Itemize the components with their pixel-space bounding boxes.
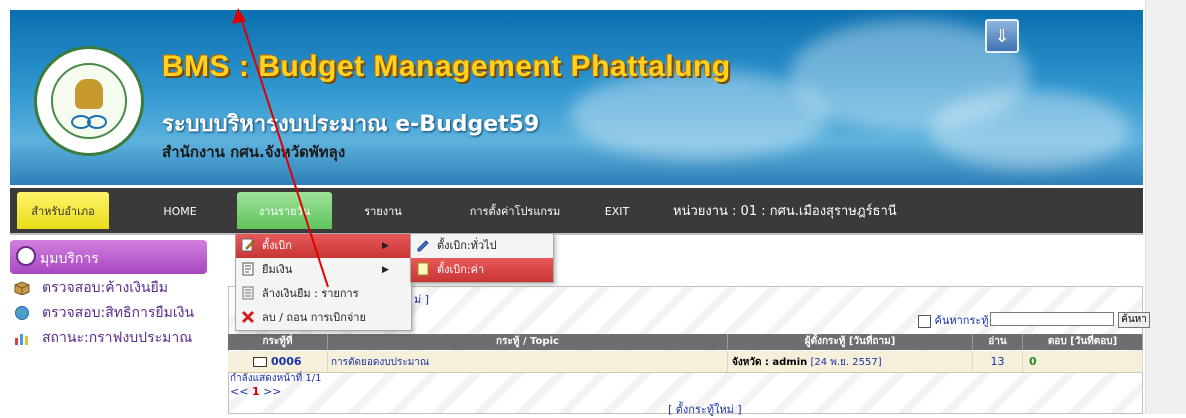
topic-link[interactable]: การตัดยอดงบประมาณ bbox=[331, 357, 429, 368]
search-input[interactable] bbox=[990, 312, 1114, 326]
nav-reports[interactable]: รายงาน bbox=[353, 192, 413, 229]
search-label: ค้นหากระทู้ bbox=[934, 314, 989, 327]
submenu-item-utilities[interactable]: ตั้งเบิก:ค่าสาธารณูปโภค bbox=[411, 258, 553, 282]
table-row[interactable]: 0006 การตัดยอดงบประมาณ จังหวัด : admin [… bbox=[228, 351, 1143, 373]
mail-icon bbox=[253, 357, 268, 367]
pager-prev[interactable]: << bbox=[230, 385, 248, 398]
search-icon bbox=[918, 314, 931, 328]
pager: << 1 >> bbox=[230, 386, 282, 398]
pen-icon bbox=[417, 240, 429, 252]
sidebar-item-check-borrowing[interactable]: ตรวจสอบ:ค้างเงินยืม bbox=[10, 276, 207, 301]
poster-cell: จังหวัด : admin [24 พ.ย. 2557] bbox=[728, 351, 973, 372]
submenu-arrow-icon: ▶ bbox=[382, 265, 389, 275]
pager-next[interactable]: >> bbox=[263, 385, 281, 398]
replies-count: 0 bbox=[1023, 351, 1143, 372]
sidebar-heading: มุมบริการ bbox=[10, 240, 207, 274]
topic-id-cell: 0006 bbox=[228, 351, 328, 372]
menu-item-set-withdraw[interactable]: ตั้งเบิก ▶ bbox=[236, 234, 411, 258]
page-icon bbox=[417, 262, 429, 276]
cloud-decoration bbox=[930, 90, 1130, 170]
menu-item-label: ลบ / ถอน การเบิกจ่าย bbox=[262, 311, 366, 324]
nav-exit[interactable]: EXIT bbox=[592, 192, 642, 229]
menu-item-label: ตั้งเบิก bbox=[262, 239, 292, 252]
col-reads: อ่าน bbox=[973, 334, 1023, 350]
globe-icon bbox=[15, 306, 29, 320]
sidebar-heading-label: มุมบริการ bbox=[40, 251, 99, 267]
post-date: [24 พ.ย. 2557] bbox=[807, 357, 882, 368]
set-withdraw-submenu: ตั้งเบิก:ทั่วไป ตั้งเบิก:ค่าสาธารณูปโภค bbox=[410, 233, 554, 283]
search-button[interactable]: ค้นหา bbox=[1118, 312, 1150, 328]
list-icon bbox=[242, 286, 254, 300]
topic-table-header: กระทู้ที่ กระทู้ / Topic ผู้ตั้งกระทู้ [… bbox=[228, 334, 1143, 350]
col-topic: กระทู้ / Topic bbox=[328, 334, 728, 350]
nav-daily-work[interactable]: งานรายวัน bbox=[237, 192, 332, 229]
site-subtitle: ระบบบริหารงบประมาณ e-Budget59 bbox=[162, 112, 540, 137]
submenu-arrow-icon: ▶ bbox=[382, 241, 389, 251]
topic-id: 0006 bbox=[270, 355, 302, 368]
submenu-item-general[interactable]: ตั้งเบิก:ทั่วไป bbox=[411, 234, 553, 258]
submenu-item-label: ตั้งเบิก:ทั่วไป bbox=[437, 239, 497, 252]
page-right-gutter bbox=[1145, 0, 1186, 414]
sidebar-item-label: ตรวจสอบ:สิทธิการยืมเงิน bbox=[42, 305, 195, 321]
top-strip bbox=[0, 0, 1186, 10]
logo-loop-icon bbox=[87, 115, 107, 129]
nav-home[interactable]: HOME bbox=[150, 192, 210, 229]
search-area: ค้นหากระทู้ bbox=[918, 311, 989, 329]
nav-district[interactable]: สำหรับอำเภอ bbox=[17, 192, 109, 229]
new-topic-link[interactable]: [ ตั้งกระทู้ใหม่ ] bbox=[668, 400, 742, 418]
new-topic-top-link[interactable]: ม่ ] bbox=[414, 290, 429, 308]
menu-item-clear-borrow[interactable]: ล้างเงินยืม : รายการ bbox=[236, 282, 411, 306]
edit-icon bbox=[241, 238, 255, 252]
page-info: กำลังแสดงหน้าที่ 1/1 bbox=[230, 373, 322, 384]
office-logo bbox=[34, 46, 144, 156]
service-icon bbox=[16, 246, 36, 266]
menu-item-delete-withdraw[interactable]: ลบ / ถอน การเบิกจ่าย bbox=[236, 306, 411, 330]
double-chevron-down-icon[interactable]: ⇓ bbox=[985, 19, 1019, 53]
main-nav: สำหรับอำเภอ HOME งานรายวัน รายงาน การตั้… bbox=[10, 188, 1143, 233]
sidebar-item-label: ตรวจสอบ:ค้างเงินยืม bbox=[42, 280, 168, 296]
sidebar-list: ตรวจสอบ:ค้างเงินยืม ตรวจสอบ:สิทธิการยืมเ… bbox=[10, 276, 207, 351]
site-title: BMS : Budget Management Phattalung bbox=[162, 50, 731, 83]
pager-current[interactable]: 1 bbox=[252, 385, 260, 398]
sidebar-item-budget-graph[interactable]: สถานะ:กราฟงบประมาณ bbox=[10, 326, 207, 351]
logo-seal bbox=[51, 63, 127, 139]
header-banner: BMS : Budget Management Phattalung ระบบบ… bbox=[10, 10, 1143, 185]
col-replies: ตอบ [วันที่ตอบ] bbox=[1023, 334, 1143, 350]
menu-item-borrow[interactable]: ยืมเงิน ▶ bbox=[236, 258, 411, 282]
reads-count: 13 bbox=[973, 351, 1023, 372]
box-icon bbox=[14, 281, 30, 295]
document-icon bbox=[242, 262, 254, 276]
chart-icon bbox=[15, 334, 28, 345]
nav-divider bbox=[10, 233, 1143, 235]
menu-item-label: ยืมเงิน bbox=[262, 263, 293, 276]
sidebar-item-label: สถานะ:กราฟงบประมาณ bbox=[42, 330, 193, 346]
topic-cell: การตัดยอดงบประมาณ bbox=[328, 351, 728, 372]
unit-label: หน่วยงาน : 01 : กศน.เมืองสุราษฎร์ธานี bbox=[673, 204, 897, 219]
menu-item-label: ล้างเงินยืม : รายการ bbox=[262, 287, 359, 300]
delete-icon bbox=[241, 310, 255, 324]
poster-name: จังหวัด : admin bbox=[732, 357, 808, 368]
sidebar-item-check-rights[interactable]: ตรวจสอบ:สิทธิการยืมเงิน bbox=[10, 301, 207, 326]
nav-settings[interactable]: การตั้งค่าโปรแกรม bbox=[460, 192, 570, 229]
logo-emblem-icon bbox=[75, 79, 103, 109]
office-name: สำนักงาน กศน.จังหวัดพัทลุง bbox=[162, 143, 346, 161]
col-poster: ผู้ตั้งกระทู้ [วันที่ถาม] bbox=[728, 334, 973, 350]
col-topic-no: กระทู้ที่ bbox=[228, 334, 328, 350]
daily-work-menu: ตั้งเบิก ▶ ยืมเงิน ▶ ล้างเงินยืม : รายกา… bbox=[235, 233, 412, 331]
submenu-item-label: ตั้งเบิก:ค่าสาธารณูปโภค bbox=[437, 263, 485, 276]
